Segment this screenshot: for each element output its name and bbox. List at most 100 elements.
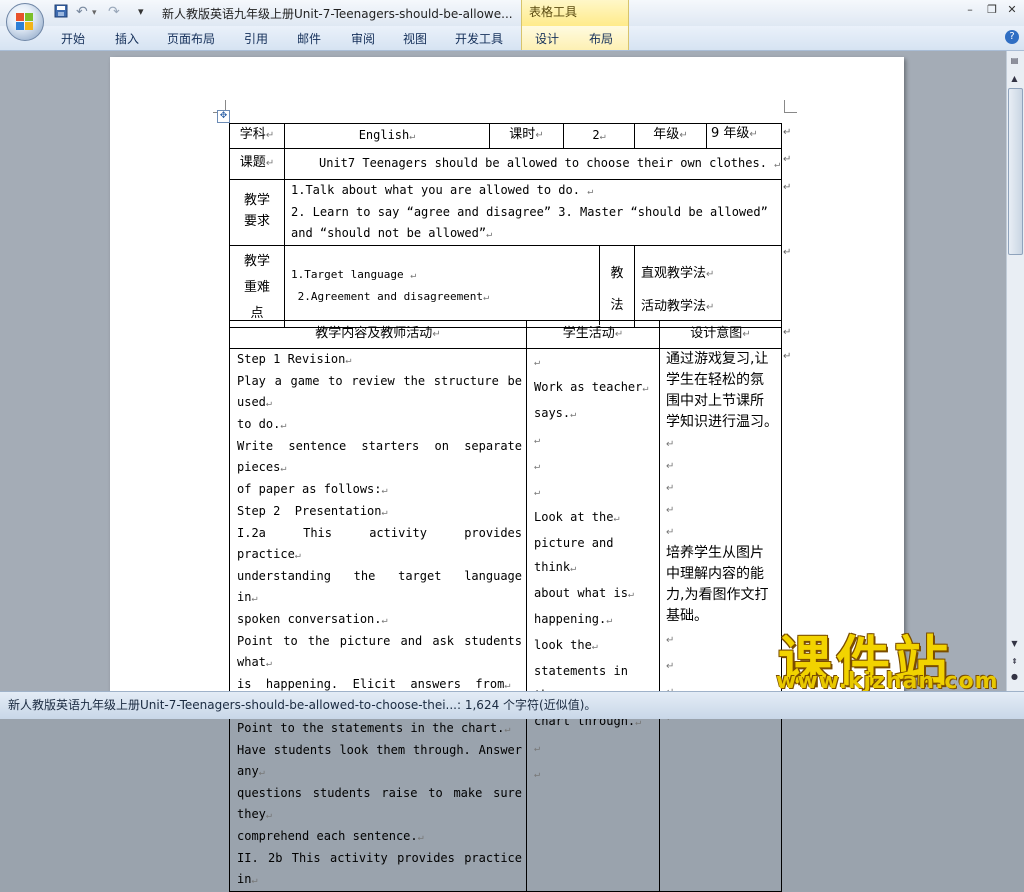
cell-line-text: 围中对上节课所 (666, 393, 764, 409)
paragraph-mark: ↵ (417, 832, 424, 843)
table-row: 教学 重难点 1.Target language ↵ 2.Agreement an… (229, 245, 782, 328)
ruler-toggle-icon[interactable]: ▤ (1008, 54, 1021, 67)
paragraph-mark: ↵ (258, 767, 265, 778)
cell-line-text: Step 1 Revision (237, 352, 346, 366)
cell-line: picture and think↵ (534, 531, 655, 581)
cell-line-text: Have students look them through. Answer … (237, 743, 530, 778)
cell-line: spoken conversation.↵ (237, 609, 522, 631)
cell-line: ↵ (666, 499, 779, 521)
cell-line: about what is↵ (534, 581, 655, 607)
paragraph-mark: ↵ (534, 461, 541, 472)
paragraph-mark: ↵ (534, 487, 541, 498)
key-points-value[interactable]: 1.Target language ↵ 2.Agreement and disa… (284, 245, 635, 328)
cell-line: ↵ (534, 349, 655, 375)
tab-layout[interactable]: 布局 (589, 30, 613, 47)
cell-line-text: about what is (534, 586, 628, 600)
requirements-label[interactable]: 教学 要求 (229, 179, 285, 246)
cell-line-text: 学生在轻松的氛 (666, 372, 764, 388)
period-label[interactable]: 课时↵ (489, 123, 564, 149)
tab-insert[interactable]: 插入 (115, 30, 139, 47)
table-row: 教学内容及教师活动↵ 学生活动↵ 设计意图↵ (229, 320, 782, 349)
table-move-handle-icon[interactable]: ✥ (217, 110, 230, 123)
row-end-mark: ↵ (783, 247, 792, 258)
cell-line-text: 基础。 (666, 608, 708, 624)
tab-home[interactable]: 开始 (61, 30, 85, 47)
design-intent-cell[interactable]: 通过游戏复习,让 学生在轻松的氛 围中对上节课所 学知识进行温习。 ↵ ↵ ↵ ↵ ↵ 培养学生从… (659, 348, 782, 892)
design-intent-header[interactable]: 设计意图↵ (659, 320, 782, 349)
paragraph-mark: ↵ (381, 507, 388, 518)
cell-line: ↵ (666, 627, 779, 653)
scrollbar-thumb[interactable] (1008, 88, 1023, 255)
teacher-activity-cell[interactable]: Step 1 Revision ↵ Play a game to review th… (229, 348, 530, 892)
tab-review[interactable]: 审阅 (351, 30, 375, 47)
table-row: 教学 要求 1.Talk about what you are allowed t… (229, 179, 782, 246)
select-browse-object-icon[interactable]: ● (1008, 670, 1021, 683)
student-activity-cell[interactable]: ↵ Work as teacher↵ says.↵ ↵ ↵ ↵ Look at the↵ pi… (526, 348, 660, 892)
tab-design[interactable]: 设计 (535, 30, 559, 47)
cell-line-text: is happening. Elicit answers from (237, 677, 505, 691)
close-button[interactable]: ✕ (1004, 3, 1020, 16)
paragraph-mark: ↵ (265, 658, 272, 669)
table-row: Step 1 Revision↵ Play a game to review th… (229, 348, 782, 892)
grade-value[interactable]: 9 年级↵ (706, 123, 782, 149)
teacher-activity-header[interactable]: 教学内容及教师活动↵ (229, 320, 527, 349)
redo-icon[interactable]: ↷ (108, 4, 120, 22)
previous-page-icon[interactable]: ⇞ (1008, 655, 1021, 668)
tab-references[interactable]: 引用 (244, 30, 268, 47)
period-value[interactable]: 2↵ (563, 123, 635, 149)
scroll-down-icon[interactable]: ▼ (1008, 637, 1021, 650)
tab-view[interactable]: 视图 (403, 30, 427, 47)
cell-line: 培养学生从图片 (666, 543, 779, 564)
subject-label[interactable]: 学科↵ (229, 123, 285, 149)
row-end-mark: ↵ (783, 127, 792, 138)
grade-label[interactable]: 年级↵ (634, 123, 707, 149)
key-points-label[interactable]: 教学 重难点 (229, 245, 285, 328)
paragraph-mark: ↵ (627, 589, 634, 600)
paragraph-mark: ↵ (294, 550, 301, 561)
topic-label[interactable]: 课题↵ (229, 148, 285, 180)
cell-line: 学知识进行温习。 (666, 412, 779, 433)
cell-line-text: Play a game to review the structure be u… (237, 374, 530, 409)
minimize-button[interactable]: – (962, 3, 978, 16)
topic-value[interactable]: Unit7 Teenagers should be allowed to cho… (284, 148, 782, 180)
undo-icon[interactable]: ↶ (76, 4, 88, 22)
cell-line: ↵ (534, 735, 655, 761)
cell-line: Have students look them through. Answer … (237, 740, 522, 783)
cell-line: happening.↵ (534, 607, 655, 633)
undo-dropdown-icon[interactable]: ▾ (92, 8, 97, 26)
cell-line: understanding the target language in↵ (237, 566, 522, 609)
student-activity-lines: ↵ Work as teacher↵ says.↵ ↵ ↵ ↵ Look at the↵ pi… (534, 349, 655, 787)
cell-line: ↵ (666, 653, 779, 679)
help-icon[interactable]: ? (1005, 30, 1019, 44)
lesson-activities-table[interactable]: 教学内容及教师活动↵ 学生活动↵ 设计意图↵ Step 1 Revision↵ P… (229, 320, 782, 892)
cell-line: says.↵ (534, 401, 655, 427)
cell-line: 通过游戏复习,让 (666, 349, 779, 370)
paragraph-mark: ↵ (251, 875, 258, 886)
cell-line: ↵ (666, 477, 779, 499)
row-end-mark: ↵ (783, 182, 792, 193)
lesson-plan-table[interactable]: 学科↵ English↵ 课时↵ 2↵ 年级↵ 9 年级↵ 课题↵ Unit7 … (229, 123, 782, 328)
paragraph-mark: ↵ (666, 661, 675, 672)
office-button[interactable] (6, 3, 44, 41)
restore-button[interactable]: ❐ (984, 3, 1000, 16)
cell-line-text: 中理解内容的能 (666, 566, 764, 582)
subject-value[interactable]: English↵ (284, 123, 490, 149)
paragraph-mark: ↵ (613, 513, 620, 524)
scroll-up-icon[interactable]: ▲ (1008, 72, 1021, 85)
tab-developer[interactable]: 开发工具 (455, 30, 503, 47)
method-value[interactable]: 直观教学法↵ 活动教学法↵ (634, 245, 782, 328)
customize-toolbar-icon[interactable]: ▾ (138, 5, 144, 23)
cell-line: 中理解内容的能 (666, 564, 779, 585)
requirements-value[interactable]: 1.Talk about what you are allowed to do.… (284, 179, 782, 246)
tab-page-layout[interactable]: 页面布局 (167, 30, 215, 47)
save-icon[interactable] (54, 4, 68, 22)
cell-line: Point to the statements in the chart.↵ (237, 718, 522, 740)
cell-line-text: of paper as follows: (237, 482, 382, 496)
student-activity-header[interactable]: 学生活动↵ (526, 320, 660, 349)
cell-line: Write sentence starters on separate piec… (237, 436, 522, 479)
cell-line: 基础。 (666, 606, 779, 627)
cell-line-text: 学知识进行温习。 (666, 414, 778, 430)
design-intent-lines: 通过游戏复习,让 学生在轻松的氛 围中对上节课所 学知识进行温习。 ↵ ↵ ↵ ↵ ↵ 培养学生从… (666, 349, 779, 731)
tab-mailings[interactable]: 邮件 (297, 30, 321, 47)
paragraph-mark: ↵ (280, 463, 287, 474)
